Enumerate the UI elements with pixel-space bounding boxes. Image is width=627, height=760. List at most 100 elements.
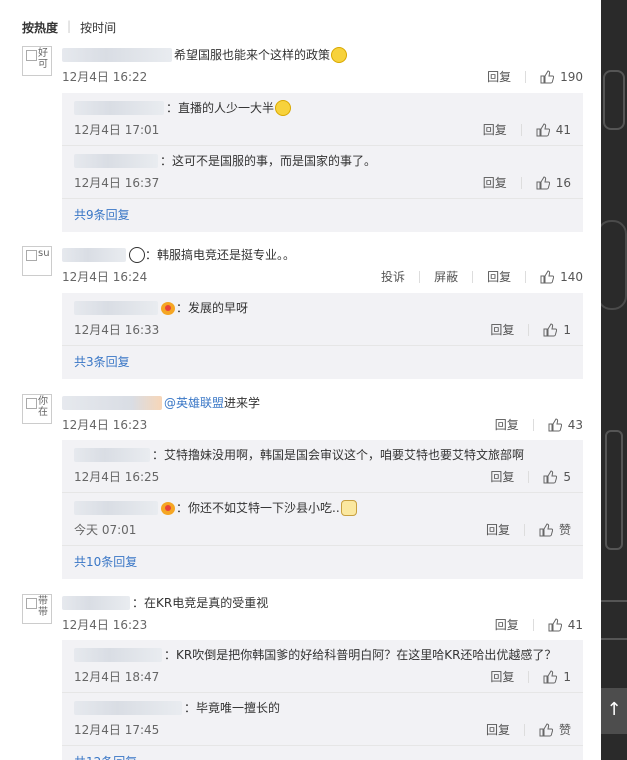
- reply-time: 12月4日 16:33: [74, 323, 160, 337]
- like-button[interactable]: 43: [548, 416, 583, 434]
- thumbs-up-icon: [539, 523, 553, 537]
- username-blurred[interactable]: [62, 48, 172, 62]
- comment-text: 希望国服也能来个这样的政策: [174, 48, 331, 62]
- reply-item: ：毕竟唯一擅长的 12月4日 17:45 回复 赞: [62, 693, 583, 746]
- like-count: 41: [567, 618, 583, 632]
- thumbs-up-icon: [548, 418, 562, 432]
- sort-by-hot-tab[interactable]: 按热度: [22, 19, 58, 36]
- like-count: 41: [555, 123, 571, 137]
- comment-time: 12月4日 16:23: [62, 618, 148, 632]
- view-more-replies-link[interactable]: 共9条回复: [62, 199, 583, 232]
- reply-button[interactable]: 回复: [490, 321, 514, 339]
- like-button[interactable]: 赞: [539, 521, 571, 539]
- reply-button[interactable]: 回复: [495, 416, 519, 434]
- username-blurred[interactable]: [74, 301, 158, 315]
- username-blurred[interactable]: [74, 701, 182, 715]
- comment-text: ：韩服搞电竞还是挺专业。。: [145, 248, 296, 262]
- reply-button[interactable]: 回复: [487, 68, 511, 86]
- shy-emoji-icon: [275, 100, 292, 116]
- divider: [532, 419, 534, 431]
- username-blurred[interactable]: [74, 101, 164, 115]
- reply-button[interactable]: 回复: [483, 121, 507, 139]
- divider: [472, 271, 474, 283]
- username-blurred[interactable]: [62, 596, 130, 610]
- avatar[interactable]: 好可: [22, 46, 52, 76]
- report-button[interactable]: 投诉: [381, 268, 405, 286]
- comment-content: 希望国服也能来个这样的政策: [62, 46, 583, 64]
- divider: [520, 177, 522, 189]
- like-button[interactable]: 5: [543, 468, 571, 486]
- thumbs-up-icon: [536, 176, 550, 190]
- reply-text: ：你还不如艾特一下沙县小吃..: [176, 501, 340, 515]
- like-button[interactable]: 赞: [539, 721, 571, 739]
- username-blurred[interactable]: [74, 448, 150, 462]
- like-button[interactable]: 41: [536, 121, 571, 139]
- divider: [419, 271, 421, 283]
- like-button[interactable]: 1: [543, 668, 571, 686]
- reply-text: ：直播的人少一大半: [166, 101, 275, 115]
- comment-content: ：在KR电竞是真的受重视: [62, 594, 583, 612]
- thumbs-up-icon: [539, 723, 553, 737]
- like-button[interactable]: 190: [540, 68, 583, 86]
- username-blurred[interactable]: [62, 248, 126, 262]
- reply-time: 12月4日 18:47: [74, 670, 160, 684]
- username-blurred[interactable]: [74, 501, 158, 515]
- sort-tabs: 按热度 | 按时间: [22, 19, 116, 36]
- decoration: [605, 430, 623, 550]
- like-button[interactable]: 41: [548, 616, 583, 634]
- comment-text: ：在KR电竞是真的受重视: [132, 596, 269, 610]
- comment-text: 进来学: [224, 396, 261, 410]
- avatar[interactable]: su: [22, 246, 52, 276]
- view-more-replies-link[interactable]: 共12条回复: [62, 746, 583, 760]
- reply-item: ：发展的早呀 12月4日 16:33 回复 1: [62, 293, 583, 346]
- decoration: [601, 220, 627, 310]
- reply-button[interactable]: 回复: [495, 616, 519, 634]
- reply-button[interactable]: 回复: [490, 468, 514, 486]
- divider: [528, 324, 530, 336]
- thumbs-up-icon: [548, 618, 562, 632]
- thumbs-up-icon: [543, 470, 558, 484]
- block-button[interactable]: 屏蔽: [434, 268, 458, 286]
- divider: [523, 724, 525, 736]
- avatar[interactable]: 你在: [22, 394, 52, 424]
- reply-time: 今天 07:01: [74, 523, 137, 537]
- thumbs-up-icon: [543, 323, 558, 337]
- comment-content: @英雄联盟 进来学: [62, 394, 583, 412]
- decoration: [603, 70, 625, 130]
- reply-item: ：艾特撸妹没用啊，韩国是国会审议这个，咱要艾特也要艾特文旅部啊 12月4日 16…: [62, 440, 583, 493]
- thumbs-up-icon: [536, 123, 550, 137]
- sort-by-time-tab[interactable]: 按时间: [80, 19, 116, 36]
- reply-text: ：发展的早呀: [176, 301, 249, 315]
- reply-button[interactable]: 回复: [490, 668, 514, 686]
- reply-button[interactable]: 回复: [486, 721, 510, 739]
- like-count: 16: [555, 176, 571, 190]
- reply-item: ：KR吹倒是把你韩国爹的好给科普明白阿？在这里哈KR还哈出优越感了？ 12月4日…: [62, 640, 583, 693]
- like-count: 赞: [558, 723, 571, 737]
- like-count: 43: [567, 418, 583, 432]
- comment-time: 12月4日 16:24: [62, 270, 148, 284]
- reply-list: ：艾特撸妹没用啊，韩国是国会审议这个，咱要艾特也要艾特文旅部啊 12月4日 16…: [62, 440, 583, 579]
- reply-button[interactable]: 回复: [487, 268, 511, 286]
- like-button[interactable]: 1: [543, 321, 571, 339]
- mention-link[interactable]: @英雄联盟: [164, 394, 224, 412]
- username-blurred[interactable]: [74, 154, 158, 168]
- username-blurred[interactable]: [74, 648, 162, 662]
- reply-time: 12月4日 16:25: [74, 470, 160, 484]
- reply-item: ：这可不是国服的事，而是国家的事了。 12月4日 16:37 回复 16: [62, 146, 583, 199]
- reply-button[interactable]: 回复: [486, 521, 510, 539]
- back-to-top-button[interactable]: ↑: [601, 688, 627, 734]
- reply-time: 12月4日 17:45: [74, 723, 160, 737]
- like-count: 190: [560, 70, 583, 84]
- reply-text: ：KR吹倒是把你韩国爹的好给科普明白阿？在这里哈KR还哈出优越感了？: [164, 648, 557, 662]
- doge-emoji-icon: [340, 500, 357, 516]
- like-button[interactable]: 16: [536, 174, 571, 192]
- like-count: 140: [560, 270, 583, 284]
- username-blurred[interactable]: [62, 396, 162, 410]
- view-more-replies-link[interactable]: 共10条回复: [62, 546, 583, 579]
- reply-item: ：直播的人少一大半 12月4日 17:01 回复 41: [62, 93, 583, 146]
- view-more-replies-link[interactable]: 共3条回复: [62, 346, 583, 379]
- reply-button[interactable]: 回复: [483, 174, 507, 192]
- divider: [525, 71, 527, 83]
- avatar[interactable]: 带带: [22, 594, 52, 624]
- like-button[interactable]: 140: [540, 268, 583, 286]
